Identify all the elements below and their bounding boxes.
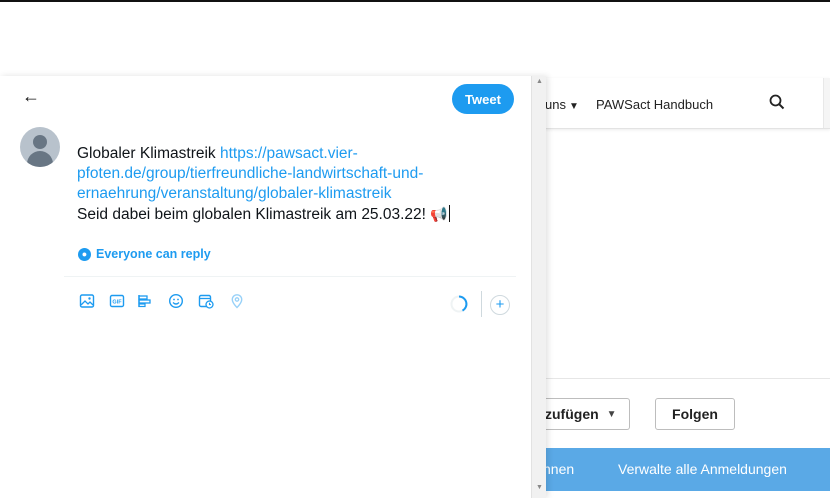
chevron-down-icon: ▼: [606, 408, 617, 420]
back-arrow-icon[interactable]: ←: [22, 86, 40, 107]
media-icon[interactable]: [78, 292, 96, 310]
tweet-button[interactable]: Tweet: [452, 84, 514, 114]
character-count-ring-icon: [450, 295, 468, 313]
text-cursor: [448, 205, 450, 222]
compose-divider: [64, 276, 516, 277]
add-button[interactable]: zufügen ▼: [539, 398, 630, 430]
add-button-label: zufügen: [545, 406, 599, 422]
poll-icon[interactable]: [136, 292, 154, 310]
avatar-shoulders: [27, 151, 53, 167]
location-icon[interactable]: [228, 292, 246, 310]
nav-menu-partial-label: uns: [545, 97, 566, 112]
svg-text:GIF: GIF: [112, 300, 122, 306]
bluebar-partial-link[interactable]: nnen: [543, 461, 574, 477]
gif-icon[interactable]: GIF: [108, 292, 126, 310]
registrations-bar: nnen Verwalte alle Anmeldungen: [543, 448, 830, 491]
chevron-down-icon: ▼: [568, 101, 579, 112]
tweet-text-prefix: Globaler Klimastreik: [77, 145, 220, 162]
add-thread-icon[interactable]: +: [490, 295, 510, 315]
nav-menu-partial[interactable]: uns ▼: [545, 97, 579, 112]
page-scroll-edge: [823, 78, 830, 128]
nav-link-handbuch[interactable]: PAWSact Handbuch: [596, 97, 713, 112]
toolbar-separator: [481, 291, 482, 317]
reply-setting-button[interactable]: ● Everyone can reply: [78, 247, 211, 261]
emoji-icon[interactable]: [167, 292, 185, 310]
tweet-text-area[interactable]: Globaler Klimastreik https://pawsact.vie…: [77, 144, 517, 225]
section-divider: [545, 378, 830, 379]
tweet-compose-window: ← Tweet Globaler Klimastreik https://paw…: [0, 76, 546, 498]
popup-scrollbar[interactable]: ▲ ▼: [531, 76, 546, 498]
background-page: uns ▼ PAWSact Handbuch zufügen ▼ Folgen n…: [539, 78, 830, 498]
manage-registrations-link[interactable]: Verwalte alle Anmeldungen: [618, 461, 787, 477]
tweet-text-line2: Seid dabei beim globalen Klimastreik am …: [77, 206, 431, 223]
reply-setting-label: Everyone can reply: [96, 247, 211, 261]
schedule-icon[interactable]: [197, 292, 215, 310]
search-icon[interactable]: [769, 94, 785, 113]
scroll-up-arrow-icon[interactable]: ▲: [536, 78, 543, 85]
globe-icon: ●: [78, 247, 91, 261]
megaphone-emoji: 📢: [430, 206, 448, 222]
site-navbar: uns ▼ PAWSact Handbuch: [545, 78, 830, 129]
avatar: [20, 127, 60, 167]
scroll-down-arrow-icon[interactable]: ▼: [536, 484, 543, 491]
avatar-head: [33, 135, 47, 149]
window-top-border: [0, 0, 830, 2]
follow-button[interactable]: Folgen: [655, 398, 735, 430]
